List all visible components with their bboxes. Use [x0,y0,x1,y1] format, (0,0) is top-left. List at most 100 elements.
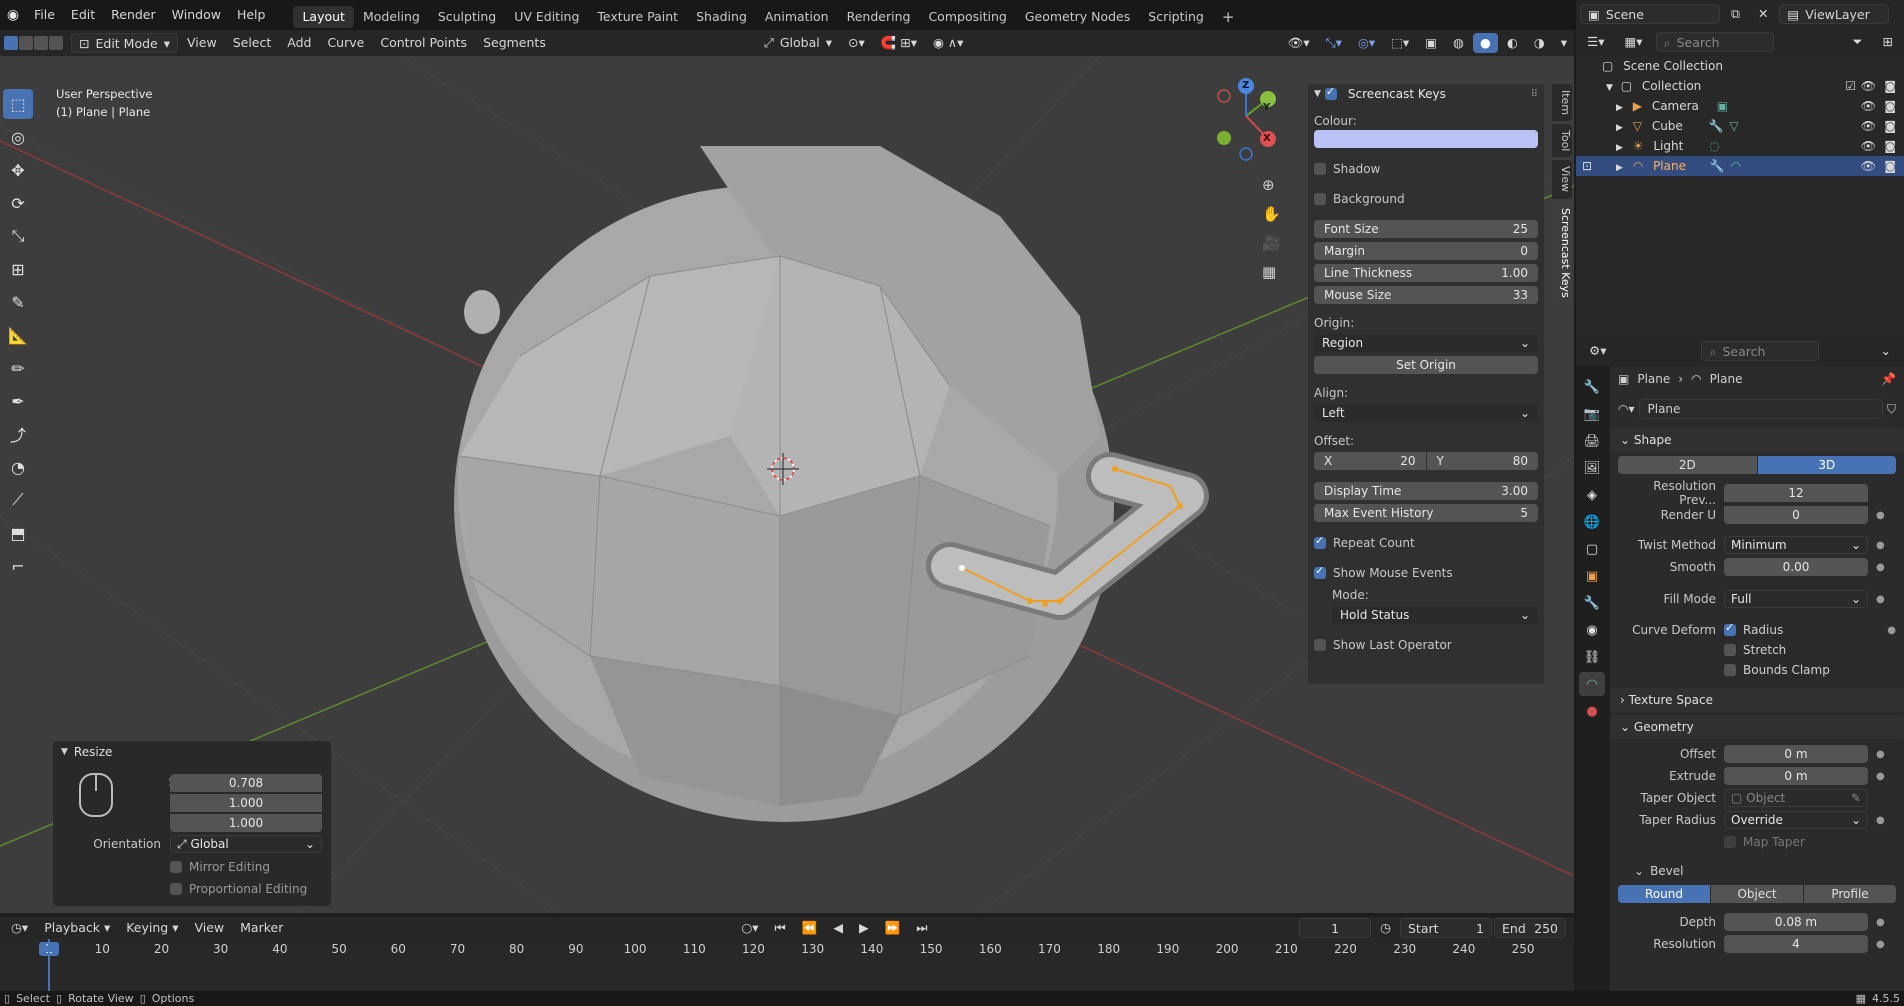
camera-render-icon[interactable]: ◙ [1884,136,1896,156]
keyframe-dot-icon[interactable]: ● [1876,562,1885,573]
chevron-right-icon[interactable]: ▶ [1616,123,1623,133]
mode-dropdown[interactable]: Hold Status ⌄ [1332,606,1538,624]
pivot-icon[interactable]: ⊙▾ [841,33,872,53]
show-mouse-events-checkbox[interactable] [1314,564,1326,579]
background-toggle[interactable]: Background [1308,178,1544,208]
shading-rendered-icon[interactable]: ◑ [1527,33,1552,53]
tab-item[interactable]: Item [1552,84,1572,122]
proportional-editing-checkbox[interactable] [170,883,182,895]
xray-icon[interactable]: ▣ [1418,33,1444,53]
collection-icon[interactable]: ▢ [1579,537,1605,561]
keyframe-dot-icon[interactable]: ● [1876,771,1885,782]
bounds-clamp-toggle[interactable]: Bounds Clamp [1610,660,1904,680]
resolution-field[interactable]: 4 [1724,935,1868,953]
clock-icon[interactable]: ◷ [1373,918,1398,938]
map-taper-toggle[interactable]: Map Taper [1610,831,1904,853]
fill-mode-dropdown[interactable]: Full ⌄ [1724,590,1868,608]
object-icon[interactable]: ▣ [1579,564,1605,588]
screencast-keys-checkbox[interactable] [1324,85,1337,100]
tab-texture-paint[interactable]: Texture Paint [588,6,687,28]
drag-handle-icon[interactable]: ⠿ [1531,89,1538,100]
jump-start-icon[interactable]: ⏮ [768,918,793,938]
blender-logo-icon[interactable]: ◉ [0,0,26,30]
randomize-tool-icon[interactable]: ⬒ [3,518,33,548]
camera-render-icon[interactable]: ◙ [1884,156,1896,176]
tab-compositing[interactable]: Compositing [919,6,1015,28]
align-dropdown[interactable]: Left ⌄ [1314,404,1538,422]
tab-shading[interactable]: Shading [687,6,756,28]
max-event-history-field[interactable]: Max Event History 5 [1314,504,1538,522]
keyframe-dot-icon[interactable]: ● [1876,594,1885,605]
offset-x-field[interactable]: X 20 [1314,452,1426,470]
keyframe-dot-icon[interactable]: ● [1876,510,1885,521]
new-scene-icon[interactable]: ⧉ [1724,4,1747,24]
scene-icon[interactable]: ◈ [1579,483,1605,507]
shadow-toggle[interactable]: Shadow [1308,148,1544,178]
select-box-tool-icon[interactable]: ⬚ [3,89,33,119]
depth-field[interactable]: 0.08 m [1724,913,1868,931]
snap-icon[interactable]: 🧲 ⊞▾ [874,33,924,53]
select-mode-subtract-icon[interactable] [34,36,48,50]
show-last-operator-toggle[interactable]: Show Last Operator [1308,624,1544,654]
menu-playback[interactable]: Playback ▾ [37,918,117,938]
auto-keying-icon[interactable]: ○▾ [734,918,765,938]
view-layer-icon[interactable]: 🖼 [1579,456,1605,480]
keyframe-dot-icon[interactable]: ● [1876,749,1885,760]
radius-tool-icon[interactable]: ◔ [3,452,33,482]
transform-tool-icon[interactable]: ⊞ [3,254,33,284]
camera-render-icon[interactable]: ◙ [1884,76,1896,96]
material-icon[interactable]: ● [1579,699,1605,723]
display-time-field[interactable]: Display Time 3.00 [1314,482,1538,500]
outliner-item-light[interactable]: ▶ ☀ Light ◌ 👁 ◙ [1576,136,1904,156]
extrude-tool-icon[interactable]: ⤴ [3,419,33,449]
taper-radius-dropdown[interactable]: Override ⌄ [1724,811,1868,829]
camera-render-icon[interactable]: ◙ [1884,116,1896,136]
mouse-size-field[interactable]: Mouse Size 33 [1314,286,1538,304]
tab-tool[interactable]: Tool [1552,124,1572,158]
curve-data-icon[interactable]: ◠ [1579,672,1605,696]
eye-icon[interactable]: 👁 [1861,116,1876,136]
tab-animation[interactable]: Animation [756,6,838,28]
orientation-dropdown[interactable]: ⤢ Global ⌄ [170,835,322,853]
display-mode-icon[interactable]: ▦▾ [1617,32,1649,52]
outliner-search-input[interactable]: ⌕ Search [1655,32,1774,52]
tab-scripting[interactable]: Scripting [1139,6,1213,28]
taper-object-field[interactable]: ▢ Object ✎ [1724,789,1868,807]
edit-mode-icon[interactable]: ⊡ [1582,156,1592,176]
camera-view-icon[interactable]: 🎥 [1262,234,1281,252]
pen-tool-icon[interactable]: ✒ [3,386,33,416]
chevron-down-icon[interactable]: ▼ [61,747,68,757]
texture-space-section[interactable]: › Texture Space [1610,688,1904,712]
menu-control-points[interactable]: Control Points [373,33,474,53]
stretch-toggle[interactable]: Stretch [1610,640,1904,660]
draw-tool-icon[interactable]: ✏ [3,353,33,383]
tab-layout[interactable]: Layout [293,6,354,28]
zoom-icon[interactable]: ⊕ [1262,176,1275,194]
end-frame-field[interactable]: End 250 [1494,918,1566,938]
colour-swatch[interactable] [1314,130,1538,148]
shadow-checkbox[interactable] [1314,163,1326,175]
bevel-round-button[interactable]: Round [1618,885,1710,903]
modifier-wrench-icon[interactable]: 🔧 [1579,591,1605,615]
constraint-icon[interactable]: ⛓ [1579,645,1605,669]
shading-wireframe-icon[interactable]: ◍ [1446,33,1471,53]
jump-end-icon[interactable]: ⏭ [909,918,934,938]
twist-method-dropdown[interactable]: Minimum ⌄ [1724,536,1868,554]
shading-solid-icon[interactable]: ● [1472,33,1498,53]
chevron-right-icon[interactable]: ▶ [1616,143,1623,153]
menu-add[interactable]: Add [280,33,318,53]
keyframe-dot-icon[interactable]: ● [1887,625,1896,636]
menu-view[interactable]: View [180,33,224,53]
select-mode-invert-icon[interactable] [49,36,63,50]
radius-toggle[interactable]: Radius [1724,621,1783,637]
menu-keying[interactable]: Keying ▾ [119,918,185,938]
properties-editor-type-icon[interactable]: ⚙▾ [1582,341,1613,361]
bevel-section[interactable]: ⌄ Bevel [1610,859,1904,883]
menu-window[interactable]: Window [164,0,229,30]
chevron-down-icon[interactable]: ▼ [1606,83,1613,93]
tab-view[interactable]: View [1552,160,1572,199]
timeline-editor-type-icon[interactable]: ◷▾ [4,918,35,938]
tool-settings-icon[interactable]: 🔧 [1579,375,1605,399]
chevron-right-icon[interactable]: ▶ [1616,103,1623,113]
gizmo-z-label[interactable]: Z [1242,80,1249,91]
